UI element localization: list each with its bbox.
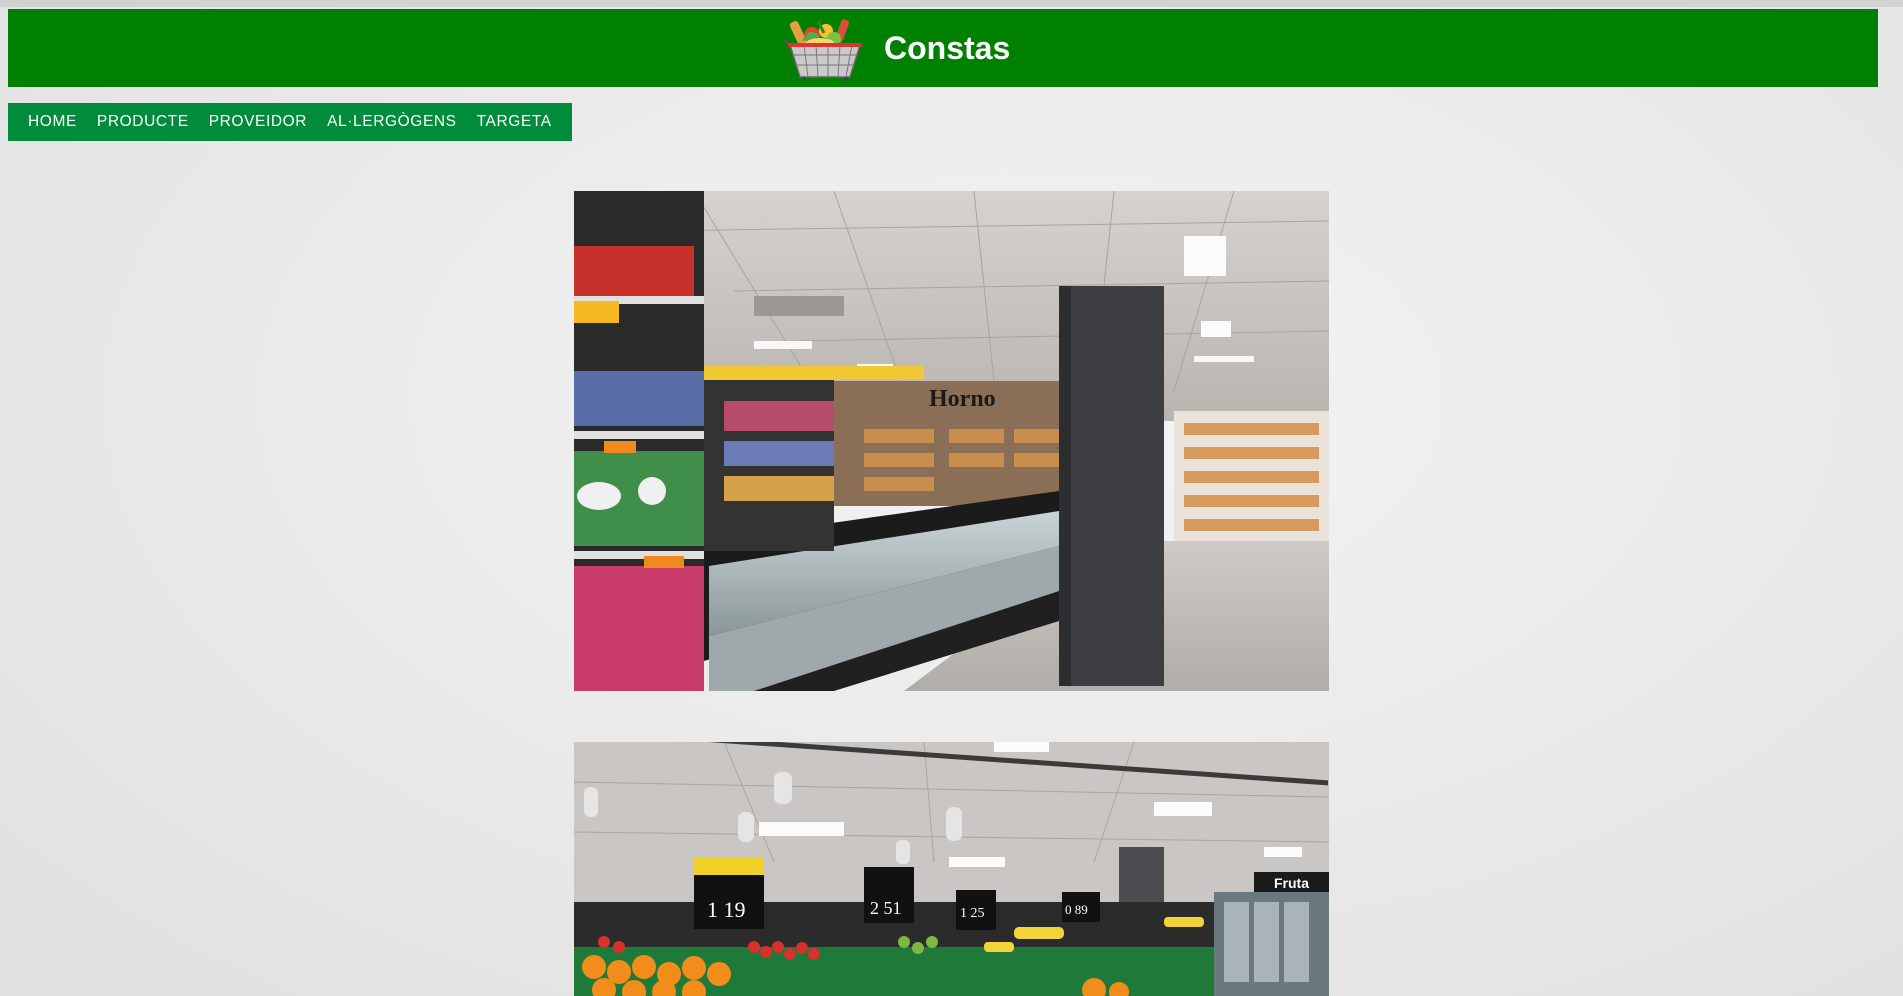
- fruit-section-image: Fruta 1 19 2 51 1 25 0 89: [574, 742, 1329, 996]
- nav-item-home[interactable]: HOME: [18, 113, 87, 131]
- store-photo-bakery: Horno: [574, 191, 1329, 691]
- browser-top-strip: [0, 0, 1903, 7]
- store-photo-fruit: Fruta 1 19 2 51 1 25 0 89: [574, 742, 1329, 996]
- svg-text:1 19: 1 19: [707, 897, 746, 922]
- header-brand[interactable]: Constas: [780, 15, 1010, 81]
- price-board-2: 2 51: [864, 867, 914, 923]
- horno-sign: Horno: [929, 386, 996, 412]
- nav-item-allergogens[interactable]: AL·LERGÒGENS: [317, 113, 467, 131]
- svg-text:2 51: 2 51: [870, 898, 902, 918]
- price-board-mandarina: 1 19: [694, 857, 764, 929]
- nav-item-producte[interactable]: PRODUCTE: [87, 113, 199, 131]
- nav-item-proveidor[interactable]: PROVEIDOR: [199, 113, 317, 131]
- main-nav: HOME PRODUCTE PROVEIDOR AL·LERGÒGENS TAR…: [8, 103, 572, 141]
- price-board-4: 0 89: [1062, 892, 1100, 922]
- shopping-basket-icon: [783, 19, 862, 81]
- bakery-aisle-image: Horno: [574, 191, 1329, 691]
- svg-text:1 25: 1 25: [960, 906, 985, 921]
- price-board-3: 1 25: [956, 890, 996, 930]
- svg-text:0 89: 0 89: [1065, 902, 1088, 917]
- site-header: Constas: [8, 9, 1878, 87]
- site-title: Constas: [884, 29, 1011, 66]
- nav-item-targeta[interactable]: TARGETA: [467, 113, 562, 131]
- fruta-sign: Fruta: [1274, 875, 1309, 891]
